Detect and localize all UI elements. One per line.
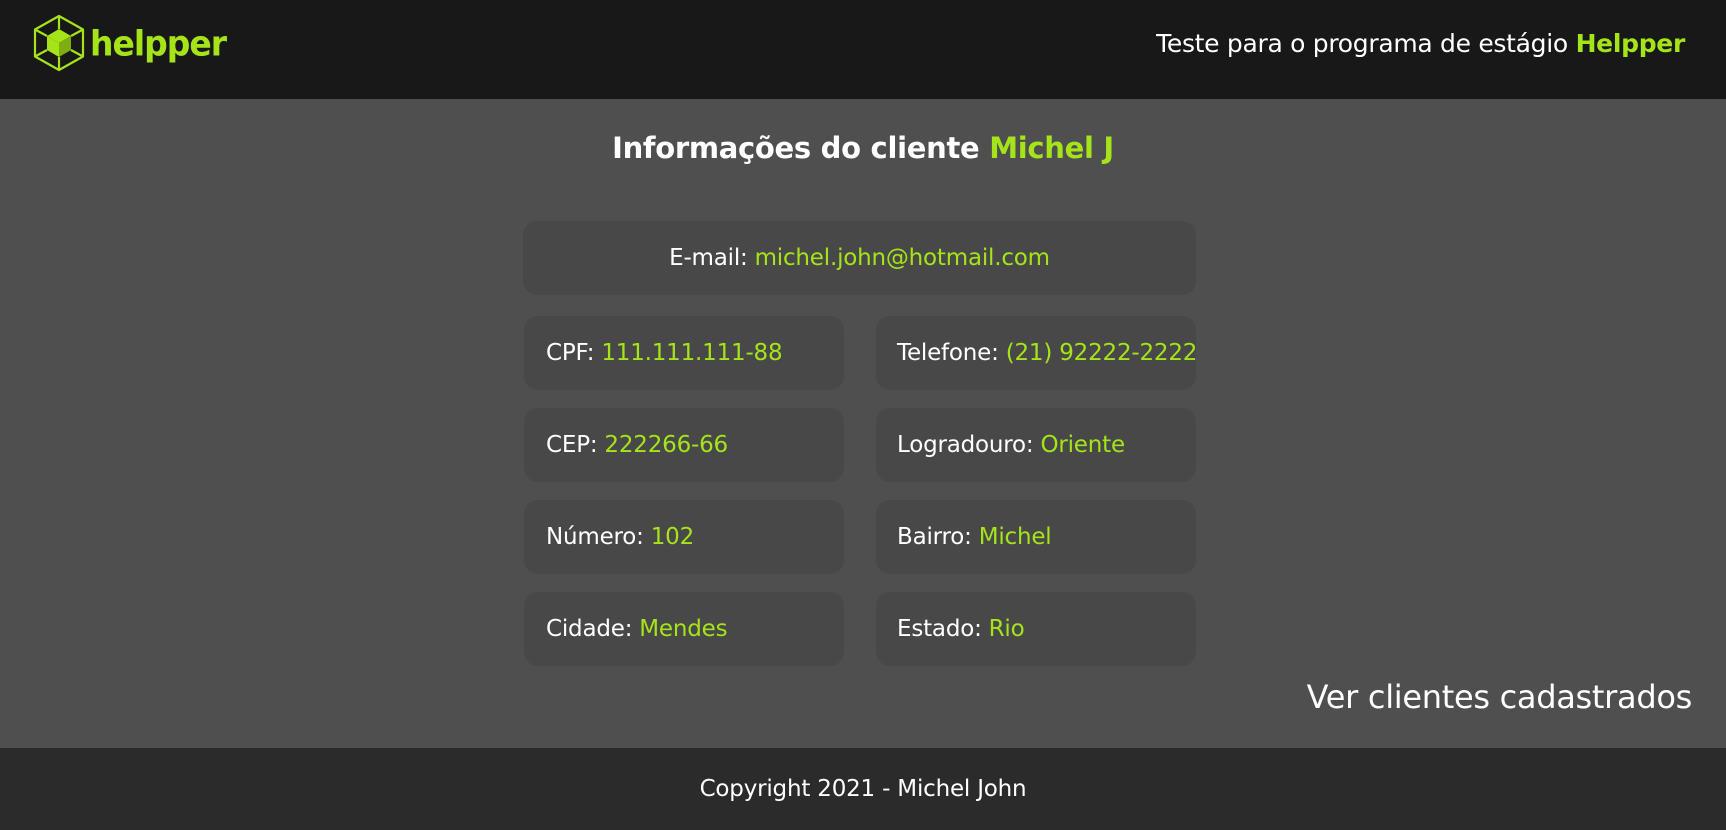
bairro-card: Bairro: Michel [876,500,1196,574]
cidade-value: Mendes [639,616,728,642]
cidade-card: Cidade: Mendes [524,592,844,666]
logradouro-card: Logradouro: Oriente [876,408,1196,482]
cpf-value: 111.111.111-88 [601,340,783,366]
telefone-card: Telefone: (21) 92222-2222 [876,316,1198,390]
bairro-label: Bairro: [897,524,972,550]
bairro-value: Michel [978,524,1052,550]
estado-label: Estado: [897,616,982,642]
email-label: E-mail: [669,245,748,271]
cep-card: CEP: 222266-66 [524,408,844,482]
logo-text: helpper [90,22,227,64]
cpf-card: CPF: 111.111.111-88 [524,316,844,390]
client-name: Michel J [989,131,1114,165]
page-title-prefix: Informações do cliente [612,131,980,165]
cidade-label: Cidade: [546,616,633,642]
numero-label: Número: [546,524,644,550]
cep-label: CEP: [546,432,598,458]
estado-card: Estado: Rio [876,592,1196,666]
numero-card: Número: 102 [524,500,844,574]
header: helpper Teste para o programa de estágio… [0,0,1726,99]
cep-value: 222266-66 [604,432,728,458]
logradouro-value: Oriente [1040,432,1125,458]
copyright-text: Copyright 2021 - Michel John [699,776,1027,802]
footer: Copyright 2021 - Michel John [0,748,1726,830]
page-title: Informações do cliente Michel J [0,131,1726,165]
cpf-label: CPF: [546,340,595,366]
see-clients-link[interactable]: Ver clientes cadastrados [1307,678,1693,716]
cube-icon [32,14,86,72]
logo-link[interactable]: helpper [32,14,227,72]
tagline-brand: Helpper [1575,29,1686,58]
estado-value: Rio [988,616,1025,642]
numero-value: 102 [650,524,695,550]
logradouro-label: Logradouro: [897,432,1034,458]
header-tagline: Teste para o programa de estágio Helpper [1156,29,1685,58]
telefone-label: Telefone: [897,340,999,366]
email-card: E-mail: michel.john@hotmail.com [523,221,1196,295]
tagline-prefix: Teste para o programa de estágio [1156,29,1568,58]
email-value: michel.john@hotmail.com [754,245,1050,271]
telefone-value: (21) 92222-2222 [1005,340,1198,366]
